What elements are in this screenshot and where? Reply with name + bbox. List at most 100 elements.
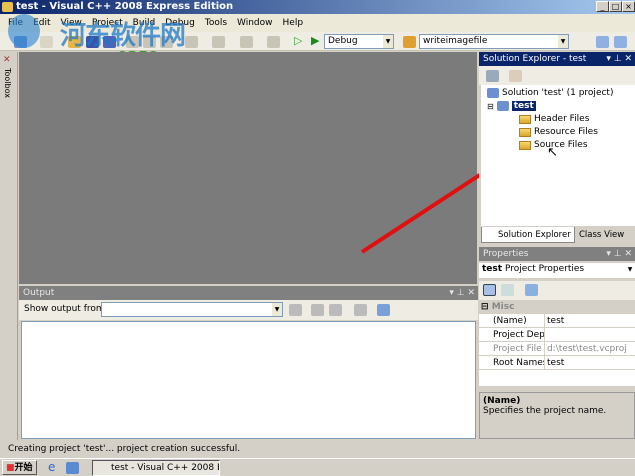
- next-message-icon[interactable]: [329, 304, 342, 316]
- start-debug-icon[interactable]: ▶: [311, 34, 319, 47]
- toolbox-icon: ✕: [3, 55, 11, 65]
- category-row[interactable]: ⊟ Misc: [479, 300, 635, 314]
- project-icon: [496, 101, 509, 111]
- start-no-debug-icon[interactable]: ▷: [294, 34, 302, 47]
- find-in-files-icon[interactable]: [403, 36, 416, 48]
- folder-label: Header Files: [534, 114, 590, 124]
- properties-window-icon[interactable]: [614, 36, 627, 48]
- configuration-value: Debug: [328, 36, 358, 46]
- menu-help[interactable]: Help: [283, 18, 304, 28]
- output-source-select[interactable]: ▼: [101, 302, 283, 317]
- solution-icon: [487, 88, 499, 98]
- chevron-down-icon: ▼: [272, 303, 282, 316]
- show-all-files-icon[interactable]: [509, 70, 522, 82]
- close-button[interactable]: ×: [622, 1, 635, 12]
- property-name: Project Depende: [479, 328, 545, 341]
- output-toolbar: Show output from: ▼: [19, 300, 478, 320]
- output-text-area[interactable]: [21, 321, 476, 439]
- solution-explorer-header: Solution Explorer - test ▾ ⊥ ✕: [479, 52, 635, 66]
- properties-header: Properties ▾ ⊥ ✕: [479, 247, 635, 261]
- tab-label: Solution Explorer: [498, 230, 571, 240]
- editor-area: [19, 52, 477, 284]
- description-text: Specifies the project name.: [483, 406, 607, 416]
- app-icon: [2, 2, 13, 12]
- tree-folder[interactable]: Resource Files: [519, 127, 598, 137]
- solution-explorer-icon[interactable]: [596, 36, 609, 48]
- tree-project[interactable]: ⊟ test: [487, 101, 536, 111]
- clear-all-icon[interactable]: [354, 304, 367, 316]
- navigate-forward-icon[interactable]: [267, 36, 280, 48]
- folder-icon: [519, 114, 531, 124]
- menu-window[interactable]: Window: [237, 18, 273, 28]
- redo-icon[interactable]: [212, 36, 225, 48]
- solution-explorer-title: Solution Explorer - test: [483, 54, 587, 64]
- alphabetical-icon[interactable]: [501, 284, 514, 296]
- word-wrap-icon[interactable]: [377, 304, 390, 316]
- watermark-name: 河东软件网: [60, 21, 186, 51]
- properties-toolbar: [479, 281, 635, 300]
- property-row[interactable]: Root Namespacetest: [479, 356, 635, 370]
- add-item-icon[interactable]: [40, 36, 53, 48]
- project-label: test: [511, 101, 536, 111]
- property-name: (Name): [479, 314, 545, 327]
- navigate-back-icon[interactable]: [240, 36, 253, 48]
- status-text: Creating project 'test'... project creat…: [8, 444, 241, 454]
- object-name: test: [482, 264, 503, 274]
- taskbar: ■开始 e test - Visual C++ 2008 E...: [0, 458, 635, 476]
- folder-icon: [519, 140, 531, 150]
- panel-controls-icon[interactable]: ▾ ⊥ ✕: [606, 52, 632, 66]
- property-name: Project File: [479, 342, 545, 355]
- properties-icon[interactable]: [486, 70, 499, 82]
- panel-controls-icon[interactable]: ▾ ⊥ ✕: [449, 286, 475, 300]
- chevron-down-icon: ▼: [383, 35, 393, 48]
- solution-tree: Solution 'test' (1 project) ⊟ test Header…: [481, 85, 635, 226]
- toolbox-strip[interactable]: ✕ Toolbox: [0, 52, 18, 440]
- properties-panel: Properties ▾ ⊥ ✕ test Project Properties…: [479, 247, 635, 441]
- menu-tools[interactable]: Tools: [205, 18, 227, 28]
- tab-solution-explorer[interactable]: Solution Explorer: [481, 227, 575, 243]
- toolbox-label: Toolbox: [3, 68, 12, 98]
- property-value[interactable]: test: [545, 314, 635, 327]
- quicklaunch-icon[interactable]: [66, 462, 79, 474]
- find-combo[interactable]: writeimagefile ▼: [419, 34, 569, 49]
- collapse-icon[interactable]: ⊟: [487, 102, 494, 111]
- properties-title: Properties: [483, 249, 529, 259]
- property-row[interactable]: Project File d:\test\test.vcproj: [479, 342, 635, 356]
- panel-controls-icon[interactable]: ▾ ⊥ ✕: [606, 247, 632, 261]
- tree-solution[interactable]: Solution 'test' (1 project): [487, 88, 613, 98]
- output-panel: Output ▾ ⊥ ✕ Show output from: ▼: [19, 286, 478, 441]
- categorized-icon[interactable]: [483, 284, 496, 296]
- folder-icon: [519, 127, 531, 137]
- property-row[interactable]: (Name) test: [479, 314, 635, 328]
- property-value[interactable]: [545, 328, 635, 341]
- maximize-button[interactable]: □: [609, 1, 622, 12]
- collapse-icon[interactable]: ⊟: [479, 300, 489, 313]
- start-button[interactable]: ■开始: [2, 460, 37, 475]
- prev-message-icon[interactable]: [311, 304, 324, 316]
- status-bar: Creating project 'test'... project creat…: [0, 441, 635, 457]
- ie-icon[interactable]: e: [48, 460, 55, 474]
- taskbar-window-button[interactable]: test - Visual C++ 2008 E...: [92, 460, 220, 476]
- property-value[interactable]: d:\test\test.vcproj: [545, 342, 635, 355]
- property-value[interactable]: test: [545, 356, 635, 369]
- configuration-select[interactable]: Debug ▼: [324, 34, 394, 49]
- undo-icon[interactable]: [185, 36, 198, 48]
- tab-class-view[interactable]: Class View: [563, 227, 627, 243]
- property-grid: ⊟ Misc (Name)test Project Depende Projec…: [479, 300, 635, 386]
- property-row[interactable]: Project Depende: [479, 328, 635, 342]
- mouse-cursor-icon: ↖: [547, 145, 558, 160]
- description-title: (Name): [483, 396, 521, 406]
- watermark-logo: [8, 14, 40, 48]
- folder-label: Resource Files: [534, 127, 598, 137]
- find-message-icon[interactable]: [289, 304, 302, 316]
- folder-label: Source Files: [534, 140, 588, 150]
- property-pages-icon[interactable]: [525, 284, 538, 296]
- tree-folder[interactable]: Header Files: [519, 114, 589, 124]
- title-bar: test - Visual C++ 2008 Express Edition: [0, 0, 635, 14]
- start-label: 开始: [14, 463, 33, 473]
- object-select[interactable]: test Project Properties ▼: [479, 263, 635, 278]
- tab-label: Class View: [579, 230, 625, 240]
- minimize-button[interactable]: _: [596, 1, 609, 12]
- show-output-label: Show output from:: [24, 304, 108, 314]
- output-header: Output ▾ ⊥ ✕: [19, 286, 478, 300]
